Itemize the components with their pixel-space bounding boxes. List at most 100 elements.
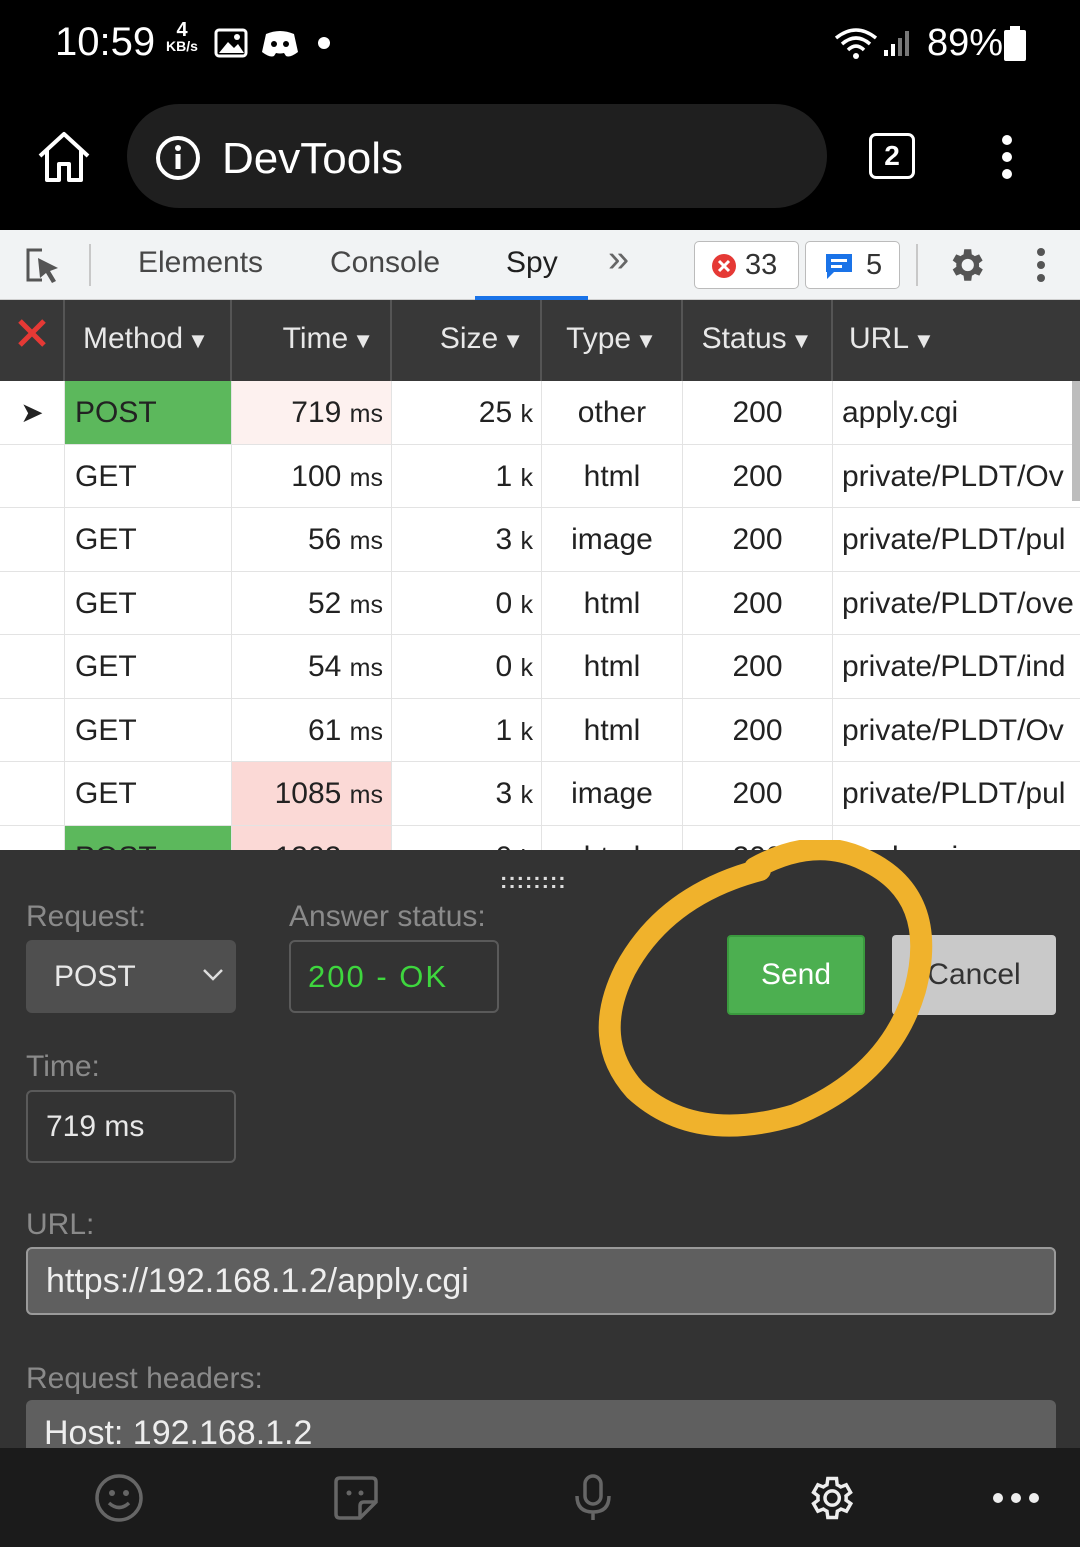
row-status: 200 [683, 698, 833, 762]
row-url: private/PLDT/pul [842, 777, 1066, 810]
row-time: 1302 ms [232, 825, 392, 850]
row-method: GET [65, 508, 232, 571]
more-options-icon[interactable] [990, 1472, 1042, 1524]
status-bar: 10:59 4 KB/s 89% [0, 0, 1080, 90]
wifi-icon [834, 28, 878, 59]
network-speed-value: 4 [176, 19, 188, 41]
row-status: 200 [683, 825, 833, 850]
tab-elements[interactable]: Elements [138, 246, 263, 280]
row-time: 56 ms [232, 508, 392, 571]
notification-dot-icon [318, 37, 330, 49]
row-size: 3 k [392, 762, 542, 825]
column-header-method[interactable]: Method ▼ [65, 300, 232, 381]
row-time: 54 ms [232, 635, 392, 698]
column-label: Status [701, 322, 787, 355]
row-status: 200 [683, 571, 833, 635]
table-row[interactable]: ➤ POST 719 ms 25 k other 200 apply.cgi [0, 381, 1080, 445]
row-size: 0 k [392, 635, 542, 698]
keyboard-settings-gear-icon[interactable] [804, 1472, 856, 1524]
message-count-badge[interactable]: 5 [805, 241, 900, 289]
table-row[interactable]: GET 56 ms 3 k image 200 private/PLDT/pul [0, 508, 1080, 572]
devtools-toolbar: Elements Console Spy » 33 5 [0, 230, 1080, 300]
answer-status-field[interactable]: 200 - OK [289, 940, 499, 1013]
column-header-time[interactable]: Time ▼ [232, 300, 392, 381]
page-title[interactable]: DevTools [222, 134, 403, 184]
resize-grip-handle[interactable]: :::::::: [500, 868, 567, 894]
devtools-menu-icon[interactable] [1032, 246, 1050, 286]
sticker-icon[interactable] [330, 1472, 382, 1524]
row-time: 52 ms [232, 571, 392, 635]
overflow-menu-icon[interactable] [995, 134, 1019, 180]
answer-status-label: Answer status: [289, 900, 486, 933]
row-type: image [542, 762, 683, 825]
send-button[interactable]: Send [727, 935, 865, 1015]
row-url: private/PLDT/ove [842, 586, 1074, 620]
row-type: html [542, 444, 683, 508]
microphone-icon[interactable] [567, 1472, 619, 1524]
row-type: image [542, 508, 683, 571]
request-editor-panel: :::::::: Request: POST Answer status: 20… [0, 850, 1080, 1460]
selected-row-arrow-icon: ➤ [0, 381, 65, 444]
table-row[interactable]: GET 54 ms 0 k html 200 private/PLDT/ind [0, 635, 1080, 699]
row-method: GET [65, 571, 232, 635]
row-method: GET [65, 444, 232, 508]
column-header-url[interactable]: URL ▼ [833, 300, 1080, 381]
row-type: html [542, 698, 683, 762]
row-url: private/PLDT/pul [842, 523, 1066, 556]
clear-requests-button[interactable] [0, 300, 65, 381]
column-header-type[interactable]: Type ▼ [542, 300, 683, 381]
row-status: 200 [683, 762, 833, 825]
table-header: Method ▼ Time ▼ Size ▼ Type ▼ Status ▼ URL ▼ [0, 300, 1080, 381]
row-size: 1 k [392, 444, 542, 508]
row-size: 1 k [392, 698, 542, 762]
row-time: 100 ms [232, 444, 392, 508]
column-header-size[interactable]: Size ▼ [392, 300, 542, 381]
emoji-icon[interactable] [93, 1472, 145, 1524]
tab-switcher-button[interactable]: 2 [869, 133, 915, 179]
row-method: POST [65, 825, 232, 850]
row-type: html [542, 571, 683, 635]
table-row[interactable]: GET 61 ms 1 k html 200 private/PLDT/Ov [0, 698, 1080, 762]
clock: 10:59 [55, 20, 156, 64]
time-field[interactable]: 719 ms [26, 1090, 236, 1163]
tab-spy[interactable]: Spy [506, 246, 558, 280]
cancel-button[interactable]: Cancel [892, 935, 1056, 1015]
table-scrollbar[interactable] [1072, 381, 1080, 501]
row-size: 25 k [392, 381, 542, 444]
network-speed-unit: KB/s [166, 38, 198, 54]
clear-x-icon[interactable] [17, 318, 47, 348]
row-time: 61 ms [232, 698, 392, 762]
browser-toolbar: DevTools 2 [0, 90, 1080, 230]
sort-caret-icon: ▼ [913, 328, 935, 353]
message-count: 5 [866, 249, 883, 281]
request-method-select[interactable]: POST [26, 940, 236, 1013]
table-row[interactable]: GET 52 ms 0 k html 200 private/PLDT/ove [0, 571, 1080, 635]
inspect-element-icon[interactable] [24, 246, 64, 286]
row-type: other [542, 381, 683, 444]
tab-console[interactable]: Console [330, 246, 440, 280]
table-row[interactable]: GET 100 ms 1 k html 200 private/PLDT/Ov [0, 444, 1080, 508]
network-request-table: Method ▼ Time ▼ Size ▼ Type ▼ Status ▼ URL ▼ ➤… [0, 300, 1080, 850]
info-icon[interactable] [155, 135, 201, 181]
row-time: 719 ms [232, 381, 392, 444]
table-row[interactable]: POST 1302 ms 0 k html 200 apply.cgi [0, 825, 1080, 850]
column-header-status[interactable]: Status ▼ [683, 300, 833, 381]
table-row[interactable]: GET 1085 ms 3 k image 200 private/PLDT/p… [0, 762, 1080, 826]
network-speed: 4 KB/s [162, 19, 202, 54]
row-status: 200 [683, 381, 833, 444]
home-icon[interactable] [36, 130, 92, 184]
settings-gear-icon[interactable] [945, 244, 987, 286]
signal-icon [884, 31, 909, 56]
column-label: Method [83, 322, 184, 355]
request-method-value: POST [54, 960, 136, 993]
sort-caret-icon: ▼ [352, 328, 374, 353]
url-field[interactable]: https://192.168.1.2/apply.cgi [26, 1247, 1056, 1315]
row-url: private/PLDT/Ov [842, 459, 1064, 493]
column-label: Time [282, 322, 349, 355]
sort-caret-icon: ▼ [635, 328, 657, 353]
sort-caret-icon: ▼ [502, 328, 524, 353]
row-url: apply.cgi [842, 396, 959, 429]
error-count-badge[interactable]: 33 [694, 241, 799, 289]
more-tabs-chevron-icon[interactable]: » [608, 238, 629, 281]
battery-icon [1004, 26, 1026, 61]
